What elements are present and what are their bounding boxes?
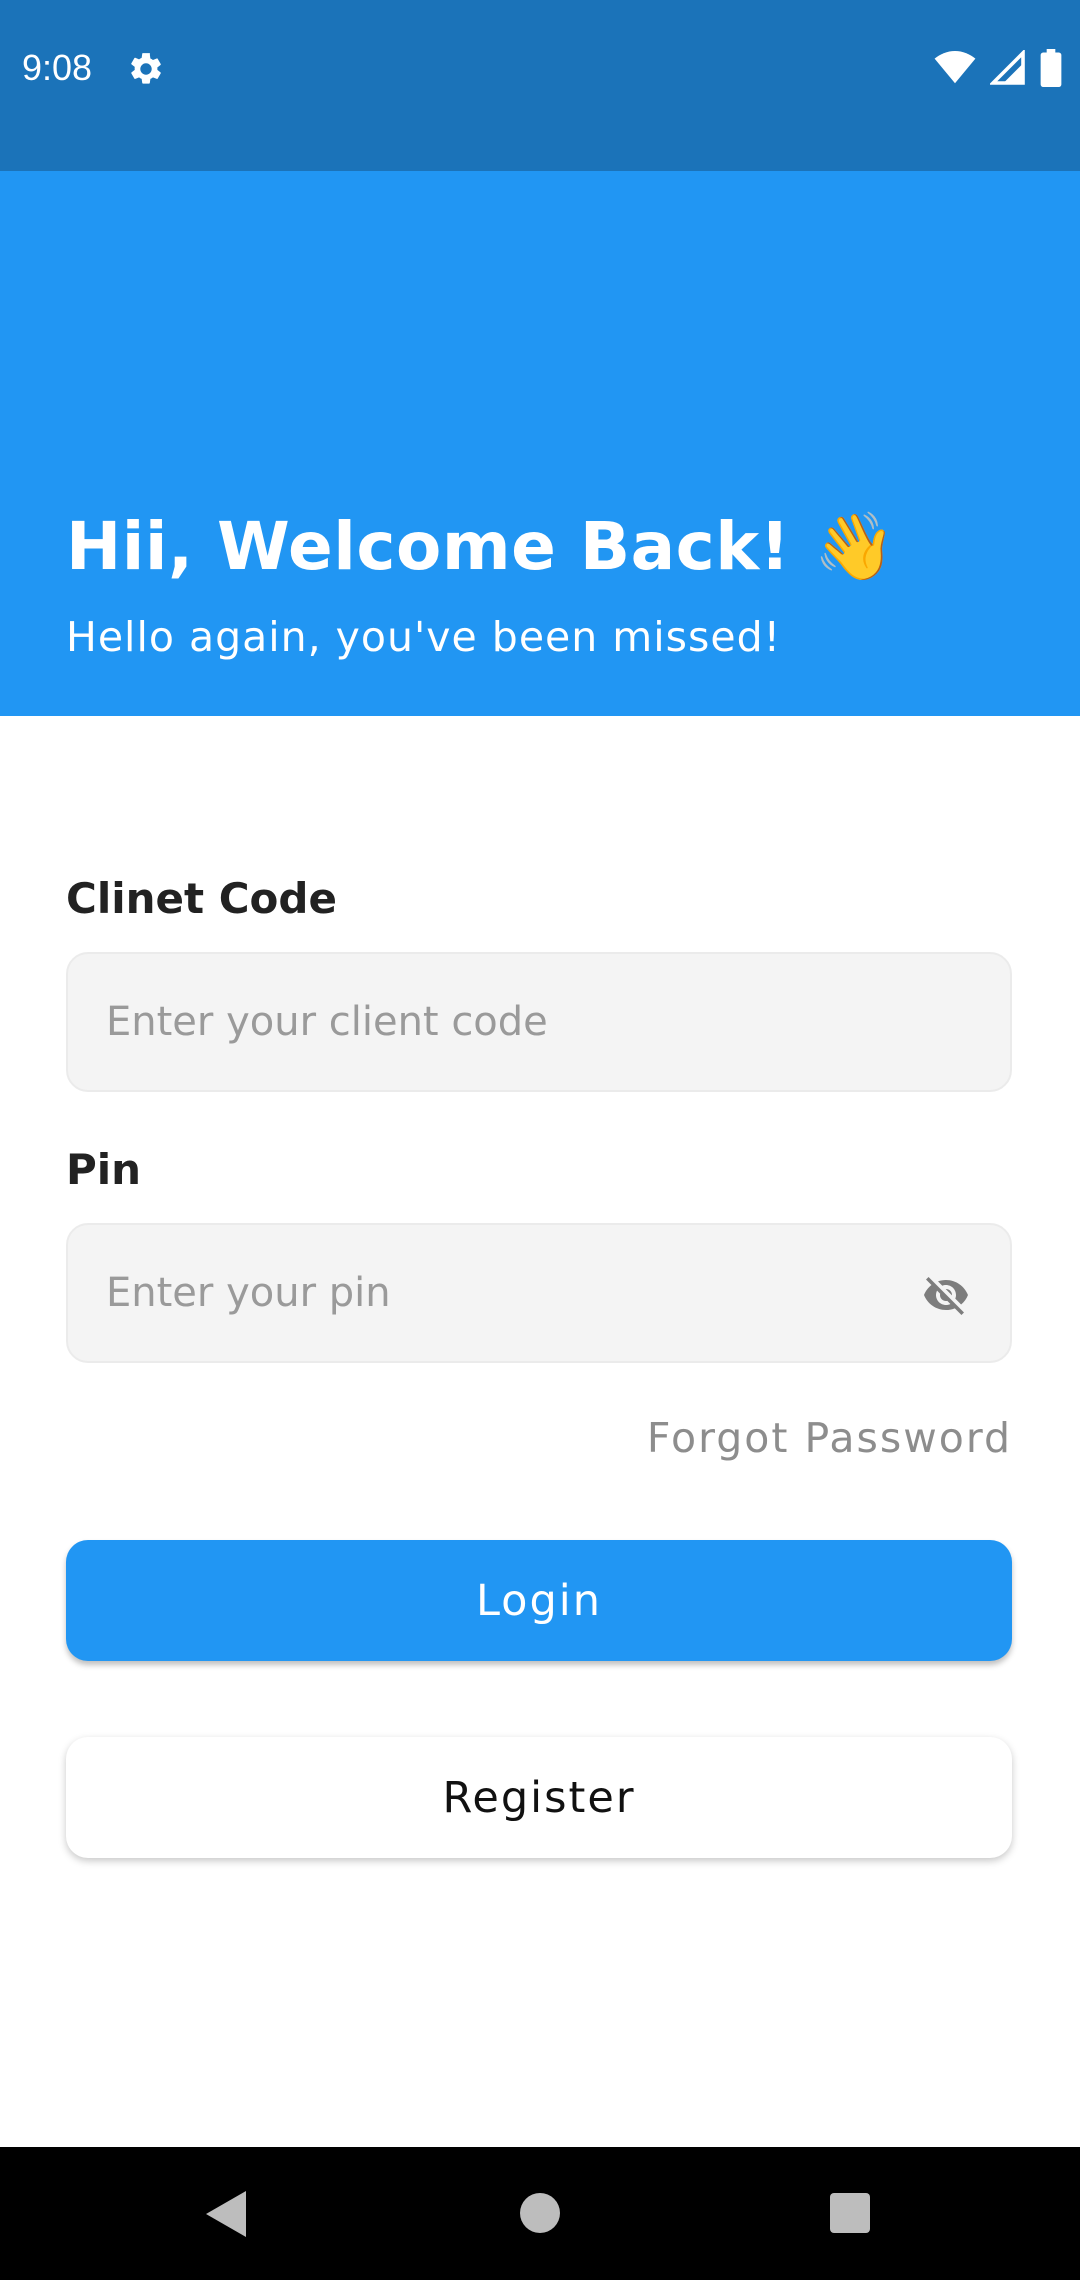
settings-icon bbox=[131, 53, 161, 84]
status-icons bbox=[934, 48, 1062, 88]
forgot-password-link[interactable]: Forgot Password bbox=[647, 1410, 1012, 1466]
status-time: 9:08 bbox=[22, 47, 93, 88]
pin-label: Pin bbox=[66, 1145, 142, 1194]
login-screen: 9:08 Hii, Welcome Back! 👋 Hello again, y… bbox=[0, 0, 1080, 2280]
back-icon[interactable] bbox=[206, 2191, 246, 2237]
recents-icon[interactable] bbox=[830, 2193, 870, 2233]
welcome-subtitle: Hello again, you've been missed! bbox=[66, 613, 782, 661]
signal-icon bbox=[990, 50, 1025, 85]
client-code-field[interactable] bbox=[66, 952, 1012, 1092]
pin-field[interactable] bbox=[66, 1223, 1012, 1363]
client-code-label: Clinet Code bbox=[66, 874, 337, 923]
welcome-title: Hii, Welcome Back! 👋 bbox=[66, 508, 897, 585]
status-bar: 9:08 bbox=[0, 0, 1080, 171]
login-button[interactable]: Login bbox=[66, 1540, 1012, 1661]
eye-off-icon[interactable] bbox=[922, 1271, 970, 1319]
client-code-input[interactable] bbox=[106, 954, 926, 1090]
battery-icon bbox=[1040, 49, 1062, 87]
welcome-header: Hii, Welcome Back! 👋 Hello again, you've… bbox=[0, 171, 1080, 716]
wifi-icon bbox=[934, 51, 976, 84]
register-button[interactable]: Register bbox=[66, 1737, 1012, 1858]
navigation-bar bbox=[0, 2147, 1080, 2280]
pin-input[interactable] bbox=[106, 1225, 926, 1361]
home-icon[interactable] bbox=[520, 2193, 560, 2233]
